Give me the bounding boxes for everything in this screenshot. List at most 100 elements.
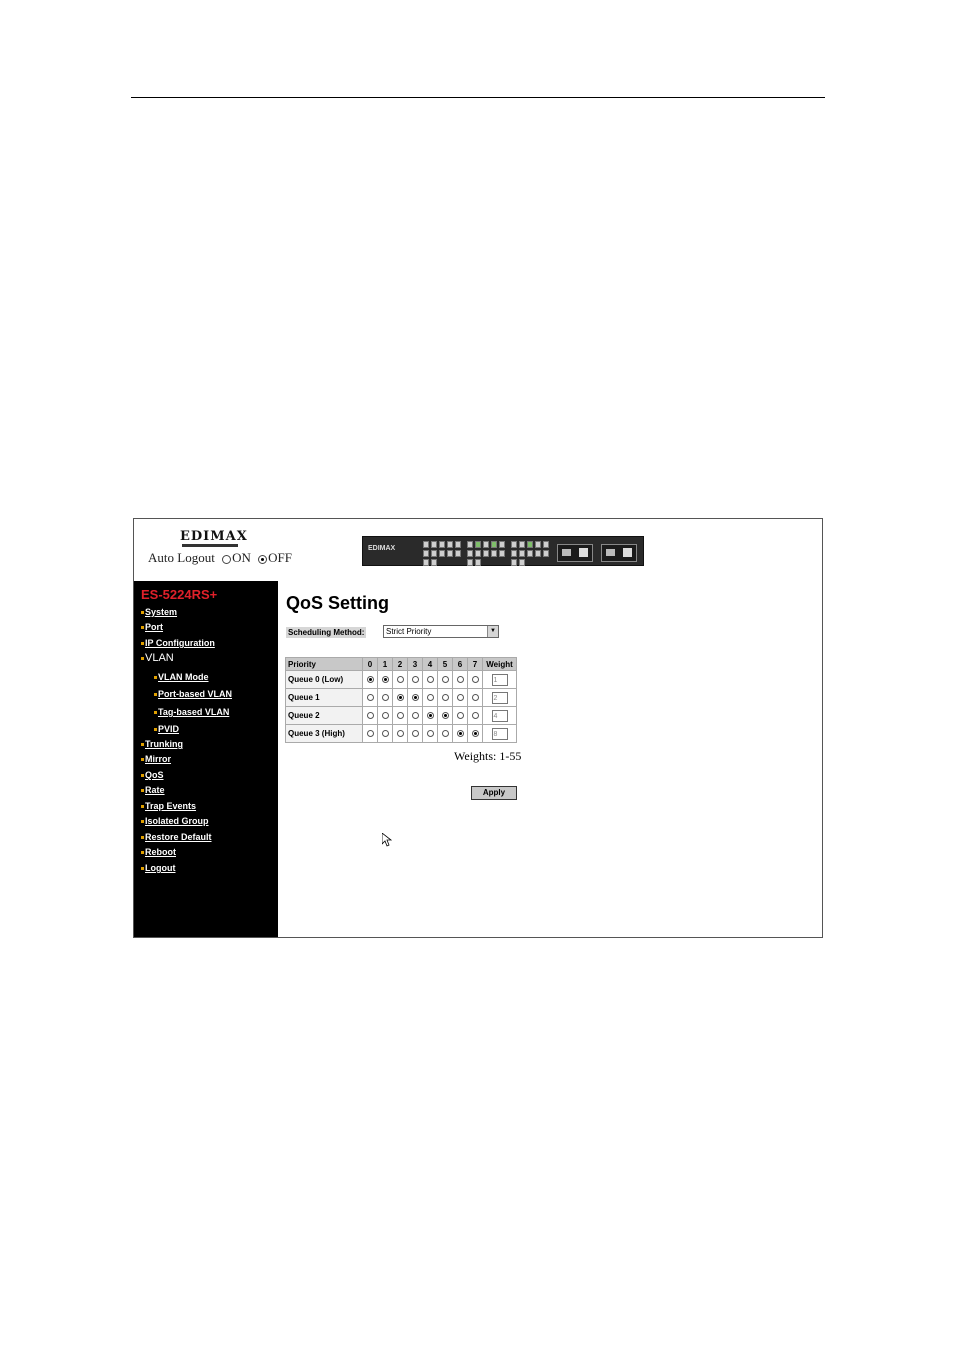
queue-label: Queue 2 — [285, 706, 363, 725]
nav-label: Restore Default — [145, 832, 212, 842]
priority-cell — [407, 688, 423, 707]
priority-3-radio[interactable] — [411, 712, 419, 720]
priority-cell — [422, 688, 438, 707]
weight-input[interactable]: 8 — [491, 727, 508, 740]
priority-7-radio[interactable] — [471, 694, 479, 702]
weight-input[interactable]: 4 — [491, 709, 508, 722]
bullet-icon — [141, 758, 144, 762]
priority-cell — [467, 706, 483, 725]
bullet-icon — [141, 836, 144, 840]
chevron-down-icon: ▼ — [487, 626, 498, 637]
scheduling-method-select[interactable]: Strict Priority ▼ — [383, 625, 499, 638]
priority-3-radio[interactable] — [411, 676, 419, 684]
priority-3-radio[interactable] — [411, 730, 419, 738]
nav-label: PVID — [158, 724, 180, 734]
nav-label: System — [145, 607, 178, 617]
priority-1-radio[interactable] — [381, 676, 389, 684]
nav-logout[interactable]: Logout — [141, 863, 176, 873]
priority-0-radio[interactable] — [366, 730, 374, 738]
priority-2-radio[interactable] — [396, 694, 404, 702]
priority-6-radio[interactable] — [456, 676, 464, 684]
priority-cell — [422, 706, 438, 725]
auto-logout-off-label: OFF — [268, 550, 292, 565]
priority-6-radio[interactable] — [456, 730, 464, 738]
nav-label: Port-based VLAN — [158, 689, 233, 699]
header-priority-6: 6 — [452, 657, 468, 671]
priority-cell — [437, 688, 453, 707]
sidebar: ES-5224RS+ System Port IP Configuration … — [134, 581, 278, 937]
switch-front-panel-image: EDIMAX — [362, 536, 644, 566]
priority-cell — [437, 724, 453, 743]
nav-qos[interactable]: QoS — [141, 770, 164, 780]
auto-logout-off-radio[interactable] — [258, 554, 268, 564]
nav-label: IP Configuration — [145, 638, 215, 648]
nav-label: Logout — [145, 863, 176, 873]
nav-trunking[interactable]: Trunking — [141, 739, 183, 749]
priority-0-radio[interactable] — [366, 712, 374, 720]
priority-5-radio[interactable] — [441, 694, 449, 702]
nav-label: VLAN Mode — [158, 672, 209, 682]
switch-brand-label: EDIMAX — [368, 545, 396, 552]
priority-4-radio[interactable] — [426, 730, 434, 738]
priority-cell — [392, 670, 408, 689]
nav-mirror[interactable]: Mirror — [141, 754, 171, 764]
header-priority: Priority — [285, 657, 363, 671]
priority-1-radio[interactable] — [381, 730, 389, 738]
priority-cell — [467, 724, 483, 743]
nav-rate[interactable]: Rate — [141, 785, 165, 795]
priority-cell — [422, 724, 438, 743]
weight-input[interactable]: 2 — [491, 691, 508, 704]
page-top-rule — [131, 97, 825, 98]
priority-5-radio[interactable] — [441, 676, 449, 684]
nav-pvid[interactable]: PVID — [154, 724, 179, 734]
priority-cell — [362, 688, 378, 707]
header-priority-3: 3 — [407, 657, 423, 671]
auto-logout-label: Auto Logout — [148, 550, 215, 565]
priority-cell — [452, 706, 468, 725]
nav-vlan-mode[interactable]: VLAN Mode — [154, 672, 209, 682]
nav-trap-events[interactable]: Trap Events — [141, 801, 196, 811]
nav-vlan[interactable]: VLAN — [141, 652, 174, 664]
priority-5-radio[interactable] — [441, 730, 449, 738]
nav-reboot[interactable]: Reboot — [141, 847, 176, 857]
weight-input[interactable]: 1 — [491, 673, 508, 686]
priority-6-radio[interactable] — [456, 694, 464, 702]
priority-7-radio[interactable] — [471, 712, 479, 720]
priority-cell — [392, 688, 408, 707]
nav-isolated-group[interactable]: Isolated Group — [141, 816, 209, 826]
priority-4-radio[interactable] — [426, 694, 434, 702]
priority-4-radio[interactable] — [426, 676, 434, 684]
priority-6-radio[interactable] — [456, 712, 464, 720]
nav-port-based-vlan[interactable]: Port-based VLAN — [154, 689, 232, 699]
table-row: Queue 2 4 — [285, 706, 517, 725]
priority-cell — [437, 670, 453, 689]
table-header-row: Priority 0 1 2 3 4 5 6 7 Weight — [285, 657, 517, 671]
priority-0-radio[interactable] — [366, 676, 374, 684]
priority-2-radio[interactable] — [396, 712, 404, 720]
bullet-icon — [141, 642, 144, 646]
priority-7-radio[interactable] — [471, 676, 479, 684]
nav-ip-configuration[interactable]: IP Configuration — [141, 638, 215, 648]
priority-4-radio[interactable] — [426, 712, 434, 720]
nav-restore-default[interactable]: Restore Default — [141, 832, 212, 842]
header-priority-7: 7 — [467, 657, 483, 671]
priority-cell — [422, 670, 438, 689]
priority-2-radio[interactable] — [396, 676, 404, 684]
nav-system[interactable]: System — [141, 607, 177, 617]
priority-1-radio[interactable] — [381, 694, 389, 702]
auto-logout-on-radio[interactable] — [222, 554, 232, 564]
apply-button[interactable]: Apply — [471, 786, 517, 800]
priority-cell — [377, 724, 393, 743]
priority-5-radio[interactable] — [441, 712, 449, 720]
priority-1-radio[interactable] — [381, 712, 389, 720]
priority-2-radio[interactable] — [396, 730, 404, 738]
nav-tag-based-vlan[interactable]: Tag-based VLAN — [154, 707, 229, 717]
priority-0-radio[interactable] — [366, 694, 374, 702]
table-row: Queue 0 (Low) 1 — [285, 670, 517, 689]
priority-7-radio[interactable] — [471, 730, 479, 738]
sfp-slot-1 — [557, 544, 593, 562]
bullet-icon — [154, 711, 157, 715]
priority-3-radio[interactable] — [411, 694, 419, 702]
nav-port[interactable]: Port — [141, 622, 163, 632]
priority-cell — [377, 706, 393, 725]
